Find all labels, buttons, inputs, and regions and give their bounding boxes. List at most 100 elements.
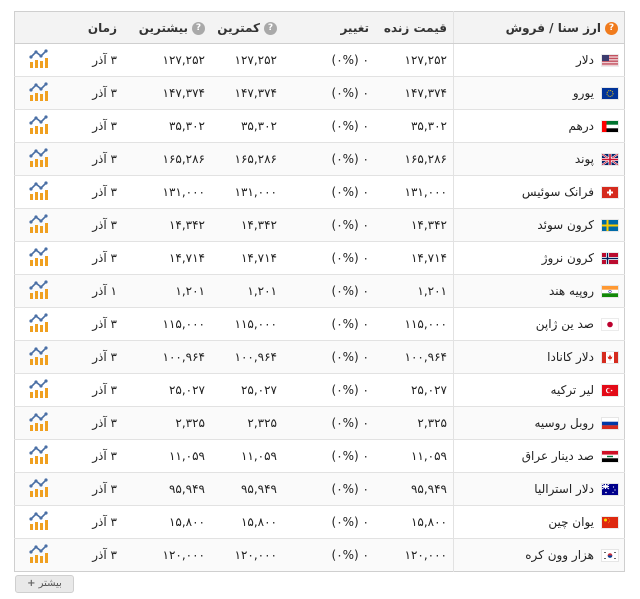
chart-icon[interactable] [28, 147, 50, 171]
more-button[interactable]: + بیشتر [15, 575, 74, 593]
chart-icon[interactable] [28, 81, 50, 105]
high-cell: ۱۴,۷۱۴ [123, 241, 211, 275]
chart-icon[interactable] [28, 180, 50, 204]
chart-icon[interactable] [28, 378, 50, 402]
table-row[interactable]: یورو ۱۴۷,۳۷۴ ۰ (۰%) ۱۴۷,۳۷۴ ۱۴۷,۳۷۴ ۳ آذ… [14, 76, 625, 110]
chart-icon[interactable] [28, 279, 50, 303]
chart-icon[interactable] [28, 213, 50, 237]
table-row[interactable]: دلار استرالیا ۹۵,۹۴۹ ۰ (۰%) ۹۵,۹۴۹ ۹۵,۹۴… [14, 472, 625, 506]
col-high: ? بیشترین [123, 11, 211, 44]
ch-flag-icon [602, 187, 618, 198]
low-cell: ۱۱,۰۵۹ [211, 439, 283, 473]
change-cell: ۰ (۰%) [283, 472, 375, 506]
chart-icon[interactable] [28, 246, 50, 270]
currency-name-cell: هزار وون کره [453, 538, 625, 572]
chart-cell [14, 274, 63, 308]
chart-icon[interactable] [28, 48, 50, 72]
low-cell: ۱۴,۳۴۲ [211, 208, 283, 242]
chart-icon[interactable] [28, 510, 50, 534]
chart-icon[interactable] [28, 411, 50, 435]
chart-icon[interactable] [28, 543, 50, 567]
low-cell: ۱۵,۸۰۰ [211, 505, 283, 539]
table-row[interactable]: لیر ترکیه ۲۵,۰۲۷ ۰ (۰%) ۲۵,۰۲۷ ۲۵,۰۲۷ ۳ … [14, 373, 625, 407]
ca-flag-icon [602, 352, 618, 363]
chart-icon[interactable] [28, 444, 50, 468]
table-row[interactable]: صد ین ژاپن ۱۱۵,۰۰۰ ۰ (۰%) ۱۱۵,۰۰۰ ۱۱۵,۰۰… [14, 307, 625, 341]
au-flag-icon [601, 483, 618, 495]
chart-cell [14, 307, 63, 341]
chart-cell [14, 43, 63, 77]
change-cell: ۰ (۰%) [283, 439, 375, 473]
table-row[interactable]: درهم ۳۵,۳۰۲ ۰ (۰%) ۳۵,۳۰۲ ۳۵,۳۰۲ ۳ آذر [14, 109, 625, 143]
no-flag-icon [602, 253, 618, 264]
high-cell: ۹۵,۹۴۹ [123, 472, 211, 506]
low-cell: ۱۰۰,۹۶۴ [211, 340, 283, 374]
chart-icon[interactable] [28, 345, 50, 369]
table-row[interactable]: یوان چین ۱۵,۸۰۰ ۰ (۰%) ۱۵,۸۰۰ ۱۵,۸۰۰ ۳ آ… [14, 505, 625, 539]
price-cell: ۹۵,۹۴۹ [375, 472, 454, 506]
change-cell: ۰ (۰%) [283, 142, 375, 176]
high-cell: ۱۵,۸۰۰ [123, 505, 211, 539]
table-row[interactable]: کرون سوئد ۱۴,۳۴۲ ۰ (۰%) ۱۴,۳۴۲ ۱۴,۳۴۲ ۳ … [14, 208, 625, 242]
low-cell: ۱۳۱,۰۰۰ [211, 175, 283, 209]
table-row[interactable]: روپیه هند ۱,۲۰۱ ۰ (۰%) ۱,۲۰۱ ۱,۲۰۱ ۱ آذر [14, 274, 625, 308]
price-cell: ۱۲۰,۰۰۰ [375, 538, 454, 572]
help-icon[interactable]: ? [264, 21, 277, 35]
currency-name: هزار وون کره [525, 548, 594, 562]
iq-flag-icon [602, 451, 618, 462]
price-cell: ۱۴,۳۴۲ [375, 208, 454, 242]
chart-icon[interactable] [28, 477, 50, 501]
currency-name-cell: روپیه هند [453, 274, 625, 308]
high-cell: ۱۴۷,۳۷۴ [123, 76, 211, 110]
table-row[interactable]: دلار کانادا ۱۰۰,۹۶۴ ۰ (۰%) ۱۰۰,۹۶۴ ۱۰۰,۹… [14, 340, 625, 374]
time-cell: ۳ آذر [63, 208, 123, 242]
currency-name-cell: کرون نروژ [453, 241, 625, 275]
time-cell: ۱ آذر [63, 274, 123, 308]
change-cell: ۰ (۰%) [283, 538, 375, 572]
low-cell: ۲۵,۰۲۷ [211, 373, 283, 407]
time-cell: ۳ آذر [63, 241, 123, 275]
table-row[interactable]: پوند ۱۶۵,۲۸۶ ۰ (۰%) ۱۶۵,۲۸۶ ۱۶۵,۲۸۶ ۳ آذ… [14, 142, 625, 176]
col-time: زمان [63, 11, 123, 44]
change-cell: ۰ (۰%) [283, 505, 375, 539]
change-cell: ۰ (۰%) [283, 406, 375, 440]
change-cell: ۰ (۰%) [283, 109, 375, 143]
chart-icon[interactable] [28, 312, 50, 336]
col-change: تغییر [283, 11, 375, 44]
high-cell: ۱۲۷,۲۵۲ [123, 43, 211, 77]
chart-icon[interactable] [28, 114, 50, 138]
help-icon[interactable]: ? [605, 21, 618, 35]
table-row[interactable]: دلار ۱۲۷,۲۵۲ ۰ (۰%) ۱۲۷,۲۵۲ ۱۲۷,۲۵۲ ۳ آذ… [14, 43, 625, 77]
high-cell: ۲۵,۰۲۷ [123, 373, 211, 407]
table-row[interactable]: کرون نروژ ۱۴,۷۱۴ ۰ (۰%) ۱۴,۷۱۴ ۱۴,۷۱۴ ۳ … [14, 241, 625, 275]
plus-icon: + [27, 578, 36, 589]
currency-name: درهم [568, 119, 594, 133]
low-cell: ۱۱۵,۰۰۰ [211, 307, 283, 341]
low-cell: ۱۲۷,۲۵۲ [211, 43, 283, 77]
currency-name: دلار کانادا [547, 350, 594, 364]
price-cell: ۱۴,۷۱۴ [375, 241, 454, 275]
col-price: قیمت زنده [375, 11, 454, 44]
high-cell: ۱۰۰,۹۶۴ [123, 340, 211, 374]
currency-name-cell: دلار کانادا [453, 340, 625, 374]
price-cell: ۱۶۵,۲۸۶ [375, 142, 454, 176]
col-change-label: تغییر [340, 20, 369, 35]
chart-cell [14, 142, 63, 176]
table-row[interactable]: صد دینار عراق ۱۱,۰۵۹ ۰ (۰%) ۱۱,۰۵۹ ۱۱,۰۵… [14, 439, 625, 473]
help-icon[interactable]: ? [192, 21, 205, 35]
currency-name-cell: صد ین ژاپن [453, 307, 625, 341]
time-cell: ۳ آذر [63, 175, 123, 209]
table-row[interactable]: فرانک سوئیس ۱۳۱,۰۰۰ ۰ (۰%) ۱۳۱,۰۰۰ ۱۳۱,۰… [14, 175, 625, 209]
currency-name-cell: پوند [453, 142, 625, 176]
currency-name-cell: دلار استرالیا [453, 472, 625, 506]
low-cell: ۱۶۵,۲۸۶ [211, 142, 283, 176]
col-price-label: قیمت زنده [383, 20, 447, 35]
change-cell: ۰ (۰%) [283, 340, 375, 374]
currency-name: دلار [576, 53, 594, 67]
time-cell: ۳ آذر [63, 505, 123, 539]
table-row[interactable]: روبل روسیه ۲,۳۲۵ ۰ (۰%) ۲,۳۲۵ ۲,۳۲۵ ۳ آذ… [14, 406, 625, 440]
table-row[interactable]: هزار وون کره ۱۲۰,۰۰۰ ۰ (۰%) ۱۲۰,۰۰۰ ۱۲۰,… [14, 538, 625, 572]
low-cell: ۲,۳۲۵ [211, 406, 283, 440]
currency-name: روبل روسیه [534, 416, 594, 430]
low-cell: ۱۴۷,۳۷۴ [211, 76, 283, 110]
